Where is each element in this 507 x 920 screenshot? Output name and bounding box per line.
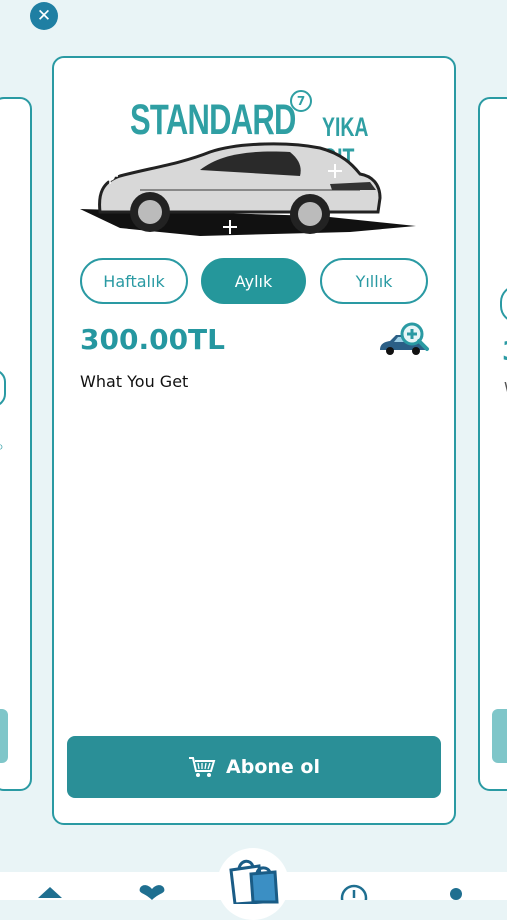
shopping-bags-icon bbox=[229, 859, 279, 904]
car-zoom-icon[interactable] bbox=[378, 322, 430, 358]
car-logo bbox=[80, 142, 416, 236]
close-button[interactable]: ✕ bbox=[30, 2, 58, 30]
next-subscribe-button[interactable] bbox=[492, 709, 507, 763]
plan-card: STANDARD 7 YIKA GIT Haftalık Aylık Yıllı… bbox=[52, 56, 456, 825]
period-tabs: Haftalık Aylık Yıllık bbox=[80, 258, 430, 308]
brand-logo: STANDARD 7 YIKA GIT bbox=[80, 84, 420, 244]
tab-yearly[interactable]: Yıllık bbox=[320, 258, 428, 304]
home-icon[interactable] bbox=[36, 884, 64, 900]
prev-plan-card[interactable]: ⌕ bbox=[0, 97, 32, 791]
brand-badge: 7 bbox=[290, 90, 312, 112]
clock-icon[interactable] bbox=[340, 884, 368, 900]
profile-icon[interactable] bbox=[446, 884, 466, 900]
shop-tab-button[interactable] bbox=[217, 848, 289, 920]
next-card-price-fragment: 3 bbox=[502, 337, 507, 367]
what-you-get-heading: What You Get bbox=[80, 372, 189, 391]
next-plan-card[interactable]: 3 W bbox=[478, 97, 507, 791]
heart-icon[interactable] bbox=[136, 884, 168, 900]
subscribe-button[interactable]: Abone ol bbox=[67, 736, 441, 798]
close-icon: ✕ bbox=[36, 5, 52, 26]
prev-subscribe-button[interactable] bbox=[0, 709, 8, 763]
cart-icon bbox=[188, 755, 216, 779]
tab-monthly[interactable]: Aylık bbox=[201, 258, 306, 304]
plan-price: 300.00TL bbox=[80, 323, 225, 356]
zoom-icon: ⌕ bbox=[0, 439, 4, 455]
tab-weekly[interactable]: Haftalık bbox=[80, 258, 188, 304]
subscribe-label: Abone ol bbox=[226, 756, 320, 778]
